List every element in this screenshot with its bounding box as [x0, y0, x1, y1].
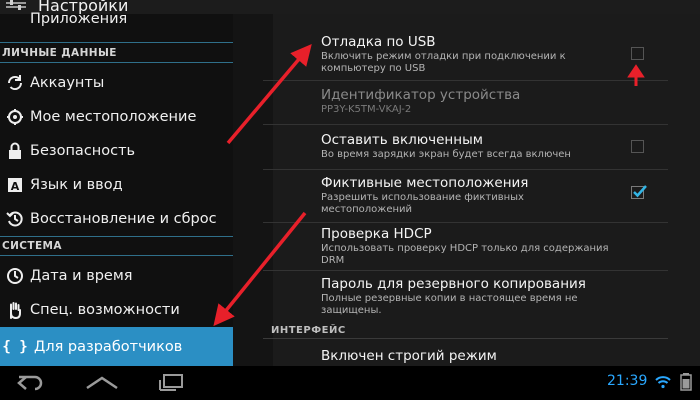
sidebar-item-label: Безопасность [30, 143, 136, 159]
settings-app-icon[interactable] [4, 0, 32, 12]
sidebar-item-location[interactable]: Мое местоположение [0, 100, 233, 134]
sidebar-item-date-time[interactable]: Дата и время [0, 259, 233, 293]
restore-icon [0, 202, 30, 236]
setting-summary: Разрешить использование фиктивных [321, 192, 524, 203]
divider [0, 42, 233, 43]
sidebar-item-label: Дата и время [30, 268, 133, 284]
sidebar-item-label: Спец. возможности [30, 302, 180, 318]
setting-stay-awake[interactable]: Оставить включенным Во время зарядки экр… [321, 132, 651, 160]
setting-hdcp-check[interactable]: Проверка HDCP Использовать проверку HDCP… [321, 226, 651, 266]
sidebar-item-label: Приложения [30, 11, 128, 27]
stay-awake-checkbox[interactable] [631, 140, 644, 153]
keyboard-icon: A [0, 168, 30, 202]
divider [263, 124, 668, 125]
setting-summary: защищены. [321, 305, 382, 316]
settings-sidebar: Приложения ЛИЧНЫЕ ДАННЫЕ Аккаунты Мое ме… [0, 11, 233, 366]
hand-icon [0, 293, 30, 327]
divider [0, 255, 233, 256]
setting-title: Отладка по USB [321, 34, 436, 50]
setting-summary: DRM [321, 255, 345, 266]
recent-apps-icon[interactable] [155, 372, 189, 394]
sidebar-item-label: Восстановление и сброс [30, 211, 217, 227]
checkmark-icon [633, 185, 647, 198]
svg-text:A: A [11, 180, 20, 193]
sidebar-item-language[interactable]: A Язык и ввод [0, 168, 233, 202]
setting-summary: PP3Y-K5TM-VKAJ-2 [321, 104, 412, 115]
back-icon[interactable] [14, 372, 46, 394]
sidebar-item-label: Аккаунты [30, 75, 105, 91]
sidebar-item-security[interactable]: Безопасность [0, 134, 233, 168]
section-heading-interface: ИНТЕРФЕЙС [271, 325, 346, 336]
system-nav-bar: 21:39 [0, 366, 700, 400]
setting-strict-mode[interactable]: Включен строгий режим [321, 348, 651, 364]
setting-summary: Включить режим отладки при подключении к [321, 51, 566, 62]
sidebar-item-label: Для разработчиков [34, 338, 183, 355]
lock-icon [0, 134, 30, 168]
setting-title: Фиктивные местоположения [321, 175, 529, 191]
clock-icon [0, 259, 30, 293]
sidebar-item-accounts[interactable]: Аккаунты [0, 66, 233, 100]
sidebar-item-developer-options[interactable]: { } Для разработчиков [0, 327, 233, 366]
setting-summary: компьютеру по USB [321, 63, 426, 74]
divider [263, 270, 668, 271]
apps-icon [0, 14, 30, 34]
location-icon [0, 100, 30, 134]
braces-icon: { } [2, 338, 28, 355]
setting-title: Проверка HDCP [321, 226, 432, 242]
wifi-icon [655, 376, 671, 389]
sidebar-item-label: Мое местоположение [30, 109, 197, 125]
setting-summary: местоположений [321, 204, 413, 215]
setting-summary: Использовать проверку HDCP только для со… [321, 243, 609, 254]
setting-mock-locations[interactable]: Фиктивные местоположения Разрешить испол… [321, 175, 651, 215]
sync-icon [0, 66, 30, 100]
divider [263, 80, 668, 81]
setting-backup-password[interactable]: Пароль для резервного копирования Полные… [321, 276, 651, 316]
setting-title: Идентификатор устройства [321, 87, 521, 103]
setting-device-id: Идентификатор устройства PP3Y-K5TM-VKAJ-… [321, 87, 651, 115]
divider [263, 338, 668, 339]
sidebar-item-label: Язык и ввод [30, 177, 123, 193]
section-heading-personal: ЛИЧНЫЕ ДАННЫЕ [2, 47, 117, 59]
setting-title: Оставить включенным [321, 132, 483, 148]
divider [0, 62, 233, 63]
setting-summary: Полные резервные копии в настоящее время… [321, 293, 578, 304]
divider [263, 169, 668, 170]
clock-time: 21:39 [607, 373, 648, 389]
panel-gutter [233, 14, 273, 366]
usb-debugging-checkbox[interactable] [631, 47, 644, 60]
sidebar-item-backup-reset[interactable]: Восстановление и сброс [0, 202, 233, 236]
sidebar-item-accessibility[interactable]: Спец. возможности [0, 293, 233, 327]
home-icon[interactable] [84, 372, 120, 394]
sidebar-item-apps[interactable]: Приложения [0, 11, 233, 34]
setting-title: Пароль для резервного копирования [321, 276, 586, 292]
battery-icon [680, 373, 692, 391]
mock-locations-checkbox[interactable] [631, 185, 647, 199]
divider [263, 222, 668, 223]
divider [0, 236, 233, 237]
setting-summary: Во время зарядки экран будет всегда вклю… [321, 149, 571, 160]
developer-options-panel: Отладка по USB Включить режим отладки пр… [233, 14, 700, 366]
setting-usb-debugging[interactable]: Отладка по USB Включить режим отладки пр… [321, 34, 651, 74]
setting-title: Включен строгий режим [321, 348, 497, 364]
section-heading-system: СИСТЕМА [2, 240, 62, 252]
